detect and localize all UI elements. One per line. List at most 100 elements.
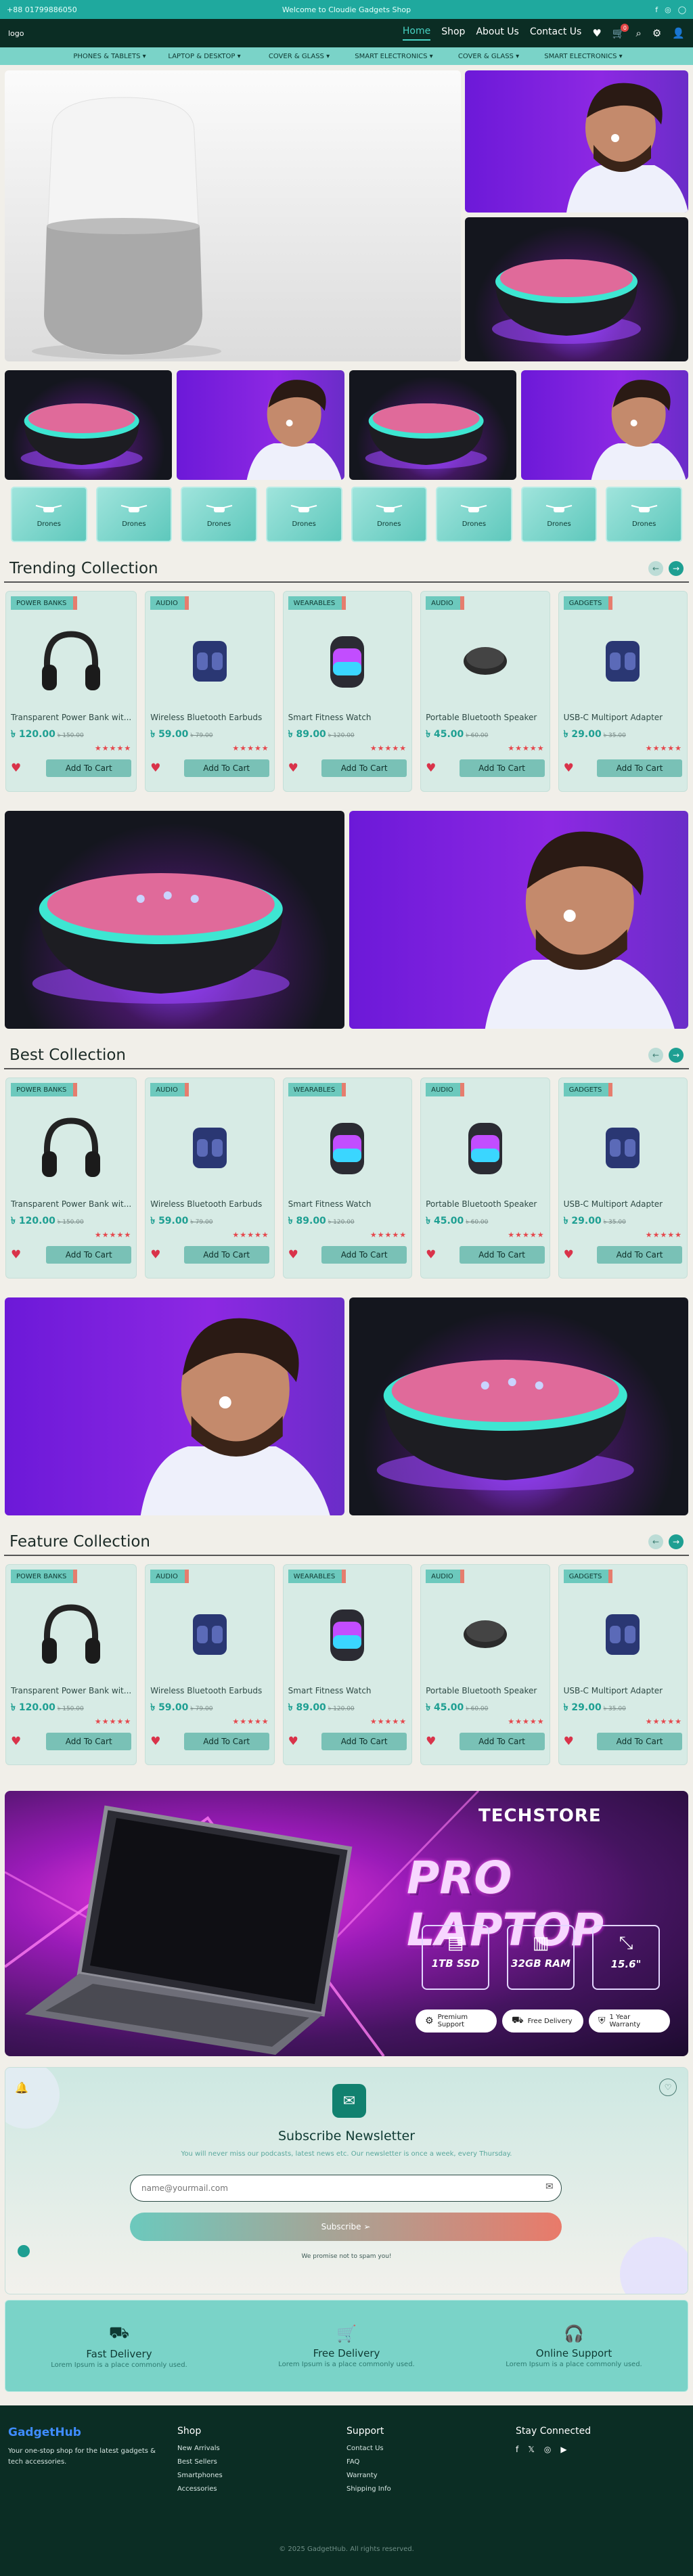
add-to-cart-button[interactable]: Add To Cart — [46, 759, 132, 777]
product-image[interactable] — [11, 1587, 131, 1682]
product-image[interactable] — [564, 614, 682, 709]
footer-link[interactable]: Accessories — [177, 2485, 346, 2493]
instagram-icon[interactable]: ◎ — [665, 5, 671, 14]
drone-card[interactable]: Drones — [606, 487, 682, 542]
product-name[interactable]: Smart Fitness Watch — [288, 1199, 407, 1209]
wishlist-icon[interactable]: ♥ — [592, 27, 601, 39]
drone-card[interactable]: Drones — [95, 487, 173, 542]
cart-icon[interactable]: 🛒 0 — [612, 24, 629, 39]
product-name[interactable]: Wireless Bluetooth Earbuds — [150, 1686, 269, 1695]
product-card[interactable]: AUDIO Portable Bluetooth Speaker ৳ 45.00… — [420, 591, 550, 792]
wishlist-heart-icon[interactable]: ♥ — [426, 761, 436, 775]
product-name[interactable]: USB-C Multiport Adapter — [564, 1199, 682, 1209]
product-image[interactable] — [150, 614, 269, 709]
hero-speaker-image[interactable] — [465, 217, 688, 361]
thumb-person-1[interactable] — [177, 370, 344, 480]
search-icon[interactable]: ⌕ — [635, 27, 641, 39]
prev-arrow-icon[interactable]: ← — [648, 1048, 663, 1063]
banner-speaker[interactable] — [349, 1297, 688, 1515]
category-cover[interactable]: COVER & GLASS ▾ — [252, 53, 346, 60]
banner-person[interactable] — [5, 1297, 344, 1515]
pro-laptop-banner[interactable]: TECHSTORE PRO LAPTOP ▤ 1TB SSD ▥ 32GB RAM … — [5, 1791, 688, 2056]
facebook-icon[interactable]: f — [655, 5, 658, 14]
add-to-cart-button[interactable]: Add To Cart — [321, 1733, 407, 1750]
product-name[interactable]: Transparent Power Bank wit... — [11, 1686, 131, 1695]
facebook-icon[interactable]: f — [516, 2445, 518, 2454]
nav-about[interactable]: About Us — [476, 26, 518, 40]
product-image[interactable] — [426, 1101, 544, 1195]
product-image[interactable] — [564, 1101, 682, 1195]
add-to-cart-button[interactable]: Add To Cart — [183, 1733, 269, 1750]
wishlist-heart-icon[interactable]: ♥ — [11, 1735, 21, 1748]
footer-link[interactable]: Contact Us — [346, 2445, 516, 2452]
product-image[interactable] — [288, 1587, 407, 1682]
next-arrow-icon[interactable]: → — [669, 1534, 684, 1549]
add-to-cart-button[interactable]: Add To Cart — [321, 759, 407, 777]
footer-link[interactable]: Warranty — [346, 2472, 516, 2479]
product-image[interactable] — [288, 1101, 407, 1195]
product-image[interactable] — [288, 614, 407, 709]
heart-icon[interactable]: ♡ — [659, 2079, 677, 2096]
instagram-icon[interactable]: ◎ — [544, 2445, 551, 2454]
product-name[interactable]: Portable Bluetooth Speaker — [426, 713, 544, 722]
product-card[interactable]: GADGETS USB-C Multiport Adapter ৳ 29.00 ৳… — [558, 1078, 688, 1279]
product-card[interactable]: POWER BANKS Transparent Power Bank wit..… — [5, 1078, 137, 1279]
drone-card[interactable]: Drones — [11, 487, 87, 542]
nav-shop[interactable]: Shop — [441, 26, 465, 40]
logo[interactable]: logo — [8, 29, 24, 38]
footer-link[interactable]: Smartphones — [177, 2472, 346, 2479]
banner-speaker[interactable] — [5, 811, 344, 1029]
product-card[interactable]: AUDIO Wireless Bluetooth Earbuds ৳ 59.00… — [145, 1564, 275, 1765]
thumb-speaker-2[interactable] — [349, 370, 516, 480]
product-name[interactable]: Portable Bluetooth Speaker — [426, 1199, 544, 1209]
nav-home[interactable]: Home — [402, 26, 431, 41]
thumb-speaker-1[interactable] — [5, 370, 173, 480]
product-image[interactable] — [564, 1587, 682, 1682]
product-name[interactable]: Portable Bluetooth Speaker — [426, 1686, 544, 1695]
youtube-icon[interactable]: ▶ — [560, 2445, 566, 2454]
wishlist-heart-icon[interactable]: ♥ — [150, 1735, 160, 1748]
prev-arrow-icon[interactable]: ← — [648, 561, 663, 576]
footer-link[interactable]: FAQ — [346, 2458, 516, 2466]
product-card[interactable]: POWER BANKS Transparent Power Bank wit..… — [5, 1564, 137, 1765]
wishlist-heart-icon[interactable]: ♥ — [288, 1248, 298, 1262]
product-card[interactable]: AUDIO Wireless Bluetooth Earbuds ৳ 59.00… — [145, 1078, 275, 1279]
product-image[interactable] — [426, 614, 544, 709]
footer-brand[interactable]: GadgetHub — [8, 2426, 177, 2439]
drone-card[interactable]: Drones — [181, 487, 257, 542]
wishlist-heart-icon[interactable]: ♥ — [150, 1248, 160, 1262]
add-to-cart-button[interactable]: Add To Cart — [597, 1733, 683, 1750]
product-name[interactable]: Wireless Bluetooth Earbuds — [150, 713, 269, 722]
product-card[interactable]: AUDIO Portable Bluetooth Speaker ৳ 45.00… — [420, 1564, 550, 1765]
next-arrow-icon[interactable]: → — [669, 1048, 684, 1063]
footer-link[interactable]: Best Sellers — [177, 2458, 346, 2466]
drone-card[interactable]: Drones — [351, 487, 428, 542]
hero-person-image[interactable] — [465, 70, 688, 213]
phone-number[interactable]: +88 01799886050 — [7, 5, 77, 14]
product-image[interactable] — [426, 1587, 544, 1682]
add-to-cart-button[interactable]: Add To Cart — [321, 1246, 407, 1264]
wishlist-heart-icon[interactable]: ♥ — [11, 1248, 21, 1262]
subscribe-button[interactable]: Subscribe ➢ — [130, 2213, 562, 2241]
product-card[interactable]: WEARABLES Smart Fitness Watch ৳ 89.00 ৳ 1… — [282, 1564, 413, 1765]
wishlist-heart-icon[interactable]: ♥ — [564, 761, 574, 775]
drone-card[interactable]: Drones — [520, 487, 598, 542]
wishlist-heart-icon[interactable]: ♥ — [150, 761, 160, 775]
hero-main-image[interactable] — [5, 70, 461, 361]
product-name[interactable]: Smart Fitness Watch — [288, 713, 407, 722]
add-to-cart-button[interactable]: Add To Cart — [46, 1246, 132, 1264]
product-card[interactable]: GADGETS USB-C Multiport Adapter ৳ 29.00 ৳… — [558, 591, 688, 792]
product-card[interactable]: WEARABLES Smart Fitness Watch ৳ 89.00 ৳ 1… — [282, 1078, 413, 1279]
add-to-cart-button[interactable]: Add To Cart — [46, 1733, 132, 1750]
product-name[interactable]: Wireless Bluetooth Earbuds — [150, 1199, 269, 1209]
product-name[interactable]: Smart Fitness Watch — [288, 1686, 407, 1695]
product-card[interactable]: AUDIO Wireless Bluetooth Earbuds ৳ 59.00… — [145, 591, 275, 792]
twitter-icon[interactable]: 𝕏 — [528, 2445, 535, 2454]
add-to-cart-button[interactable]: Add To Cart — [459, 1733, 545, 1750]
next-arrow-icon[interactable]: → — [669, 561, 684, 576]
category-laptop[interactable]: LAPTOP & DESKTOP ▾ — [157, 53, 252, 60]
product-name[interactable]: USB-C Multiport Adapter — [564, 713, 682, 722]
product-card[interactable]: WEARABLES Smart Fitness Watch ৳ 89.00 ৳ 1… — [282, 591, 413, 792]
drone-card[interactable]: Drones — [265, 487, 342, 542]
banner-person[interactable] — [349, 811, 688, 1029]
